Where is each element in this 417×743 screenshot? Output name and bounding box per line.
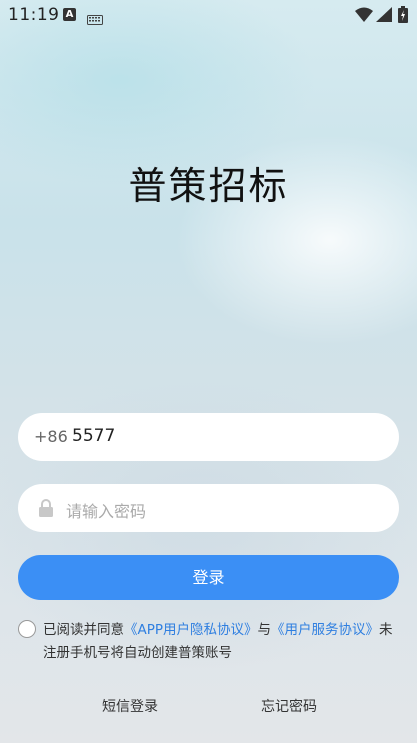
password-input[interactable]: 请输入密码	[18, 484, 399, 532]
status-time: 11:19	[8, 5, 60, 25]
sms-login-link[interactable]: 短信登录	[102, 696, 158, 716]
service-agreement-link[interactable]: 《用户服务协议》	[271, 622, 379, 638]
lock-icon	[38, 499, 54, 521]
agreement-text: 已阅读并同意《APP用户隐私协议》与《用户服务协议》未注册手机号将自动创建普策账…	[43, 619, 398, 665]
privacy-policy-link[interactable]: 《APP用户隐私协议》	[124, 622, 258, 638]
app-notification-icon: A	[63, 8, 76, 21]
login-button[interactable]: 登录	[18, 555, 399, 600]
phone-value[interactable]: 5577	[72, 426, 115, 446]
app-title: 普策招标	[128, 164, 289, 208]
agreement-prefix: 已阅读并同意	[43, 622, 124, 638]
agreement-and: 与	[257, 622, 272, 638]
wifi-icon	[355, 7, 373, 26]
battery-icon	[398, 6, 408, 27]
login-screen: 11:19 A 普策招标 +86 5577 请输入密码 登录 已阅读并同意《AP…	[0, 0, 417, 743]
agreement-checkbox[interactable]	[18, 620, 36, 638]
password-placeholder: 请输入密码	[66, 502, 147, 521]
forgot-password-link[interactable]: 忘记密码	[261, 696, 317, 716]
signal-icon	[376, 7, 392, 26]
country-code-prefix[interactable]: +86	[34, 427, 68, 446]
status-bar: 11:19 A	[0, 0, 417, 30]
phone-input[interactable]: +86 5577	[18, 413, 399, 461]
keyboard-icon	[87, 10, 103, 29]
